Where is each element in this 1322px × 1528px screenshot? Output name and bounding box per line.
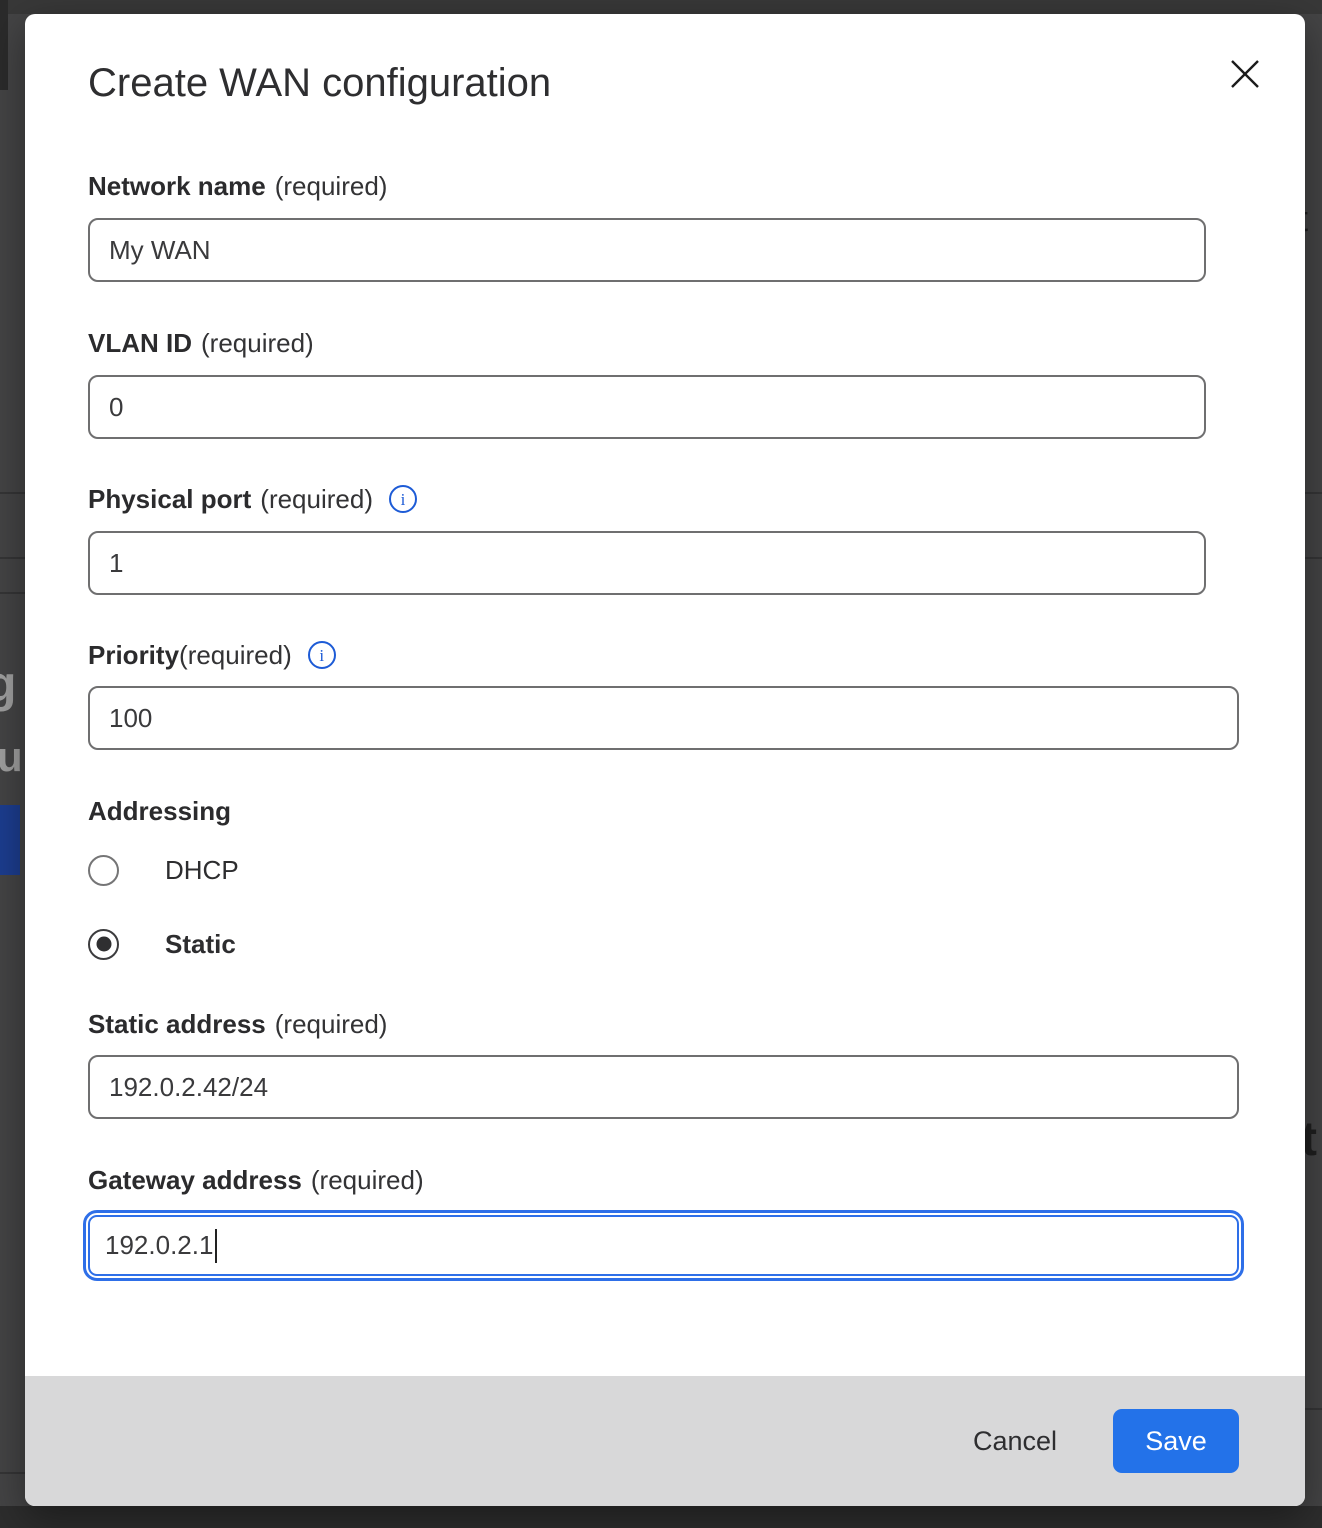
gateway-address-input[interactable]: 192.0.2.1 (88, 1215, 1239, 1276)
network-name-label-text: Network name (88, 170, 266, 202)
dialog-body: Create WAN configuration Network name (r… (25, 14, 1305, 1376)
vlan-id-input[interactable] (88, 375, 1206, 439)
backdrop-blue-button-fragment (0, 805, 20, 875)
physical-port-input[interactable] (88, 531, 1206, 595)
backdrop-row-divider (0, 557, 25, 559)
network-name-input[interactable] (88, 218, 1206, 282)
backdrop-left-edge (0, 0, 8, 90)
physical-port-label: Physical port (required) i (88, 483, 1242, 515)
priority-input[interactable] (88, 686, 1239, 750)
network-name-required-hint: (required) (275, 170, 388, 202)
gateway-address-required-hint: (required) (311, 1164, 424, 1196)
cancel-button[interactable]: Cancel (967, 1416, 1063, 1467)
save-button[interactable]: Save (1113, 1409, 1239, 1473)
static-address-required-hint: (required) (275, 1008, 388, 1040)
backdrop-row-divider (1305, 1408, 1322, 1410)
physical-port-required-hint: (required) (260, 483, 373, 515)
backdrop-row-divider (1305, 557, 1322, 559)
backdrop-top-band (0, 0, 1322, 14)
addressing-heading: Addressing (88, 796, 1242, 827)
info-icon[interactable]: i (389, 485, 417, 513)
backdrop-text-fragment: u (0, 733, 23, 781)
physical-port-label-text: Physical port (88, 483, 251, 515)
dialog-title: Create WAN configuration (88, 58, 1242, 108)
static-option-label: Static (165, 929, 236, 960)
gateway-address-label-text: Gateway address (88, 1164, 302, 1196)
priority-label-text: Priority (88, 639, 179, 671)
gateway-address-input-focus-ring: 192.0.2.1 (83, 1210, 1244, 1281)
network-name-label: Network name (required) (88, 170, 1242, 202)
backdrop-row-divider (0, 592, 25, 594)
gateway-address-value: 192.0.2.1 (105, 1230, 213, 1261)
vlan-id-required-hint: (required) (201, 327, 314, 359)
gateway-address-label: Gateway address (required) (88, 1164, 1242, 1196)
create-wan-configuration-dialog: Create WAN configuration Network name (r… (25, 14, 1305, 1506)
vlan-id-label-text: VLAN ID (88, 327, 192, 359)
addressing-option-dhcp[interactable]: DHCP (88, 853, 1242, 887)
dialog-footer: Cancel Save (25, 1376, 1305, 1506)
text-cursor (215, 1229, 217, 1263)
radio-button-icon[interactable] (88, 855, 119, 886)
info-icon[interactable]: i (308, 641, 336, 669)
close-icon[interactable] (1221, 50, 1269, 98)
static-address-label: Static address (required) (88, 1008, 1242, 1040)
backdrop-row-divider (0, 1472, 25, 1474)
addressing-option-static[interactable]: Static (88, 927, 1242, 961)
backdrop-bottom-band (0, 1506, 1322, 1528)
dhcp-option-label: DHCP (165, 855, 239, 886)
backdrop-row-divider (1305, 492, 1322, 494)
backdrop-text-fragment: g (0, 655, 17, 713)
close-x-glyph (1226, 55, 1264, 93)
static-address-input[interactable] (88, 1055, 1239, 1119)
backdrop-row-divider (0, 492, 25, 494)
vlan-id-label: VLAN ID (required) (88, 327, 1242, 359)
priority-label: Priority (required) i (88, 639, 1242, 671)
static-address-label-text: Static address (88, 1008, 266, 1040)
priority-required-hint: (required) (179, 639, 292, 671)
radio-button-selected-icon[interactable] (88, 929, 119, 960)
